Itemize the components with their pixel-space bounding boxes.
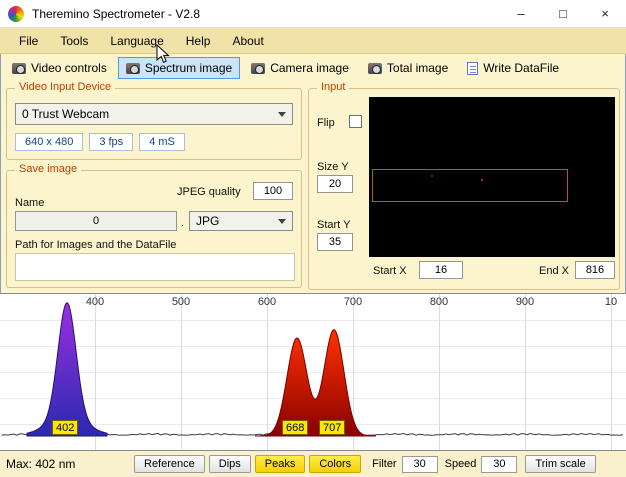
video-device-select[interactable]: 0 Trust Webcam (15, 103, 293, 125)
peak-label: 402 (52, 420, 79, 435)
camera-icon (12, 62, 26, 74)
group-title: Input (317, 81, 350, 93)
camera-icon (251, 62, 266, 74)
peaks-button[interactable]: Peaks (254, 455, 306, 473)
flip-checkbox[interactable] (349, 115, 362, 128)
size-y-label: Size Y (317, 161, 349, 173)
spectrum-chart: 400 500 600 700 800 900 10 402 668 707 (0, 293, 626, 451)
preview-dot (481, 179, 483, 181)
colors-button[interactable]: Colors (309, 455, 362, 473)
window-title: Theremino Spectrometer - V2.8 (32, 6, 201, 21)
menu-file[interactable]: File (8, 30, 49, 52)
menu-help[interactable]: Help (175, 30, 222, 52)
maximize-button[interactable]: □ (542, 0, 584, 28)
tab-video-controls[interactable]: Video controls (4, 57, 115, 79)
jpeg-quality-input[interactable] (253, 182, 293, 200)
axis-tick-label: 800 (429, 296, 449, 308)
dot-separator: . (181, 217, 185, 229)
max-wavelength-readout: Max: 402 nm (6, 457, 76, 471)
jpeg-quality-label: JPEG quality (177, 186, 241, 198)
axis-tick-label: 600 (257, 296, 277, 308)
toolbar: Video controls Spectrum image Camera ima… (4, 56, 567, 80)
filter-input[interactable] (401, 455, 438, 473)
name-label: Name (15, 197, 45, 209)
start-y-label: Start Y (317, 219, 351, 231)
axis-tick-label: 900 (515, 296, 535, 308)
speed-label: Speed (444, 458, 477, 470)
axis-tick-label: 400 (85, 296, 105, 308)
preview-dot (431, 175, 433, 177)
mouse-cursor-icon (156, 44, 170, 63)
datafile-icon (467, 61, 479, 75)
save-image-group: Save image JPEG quality Name . JPG Path … (6, 163, 302, 288)
video-stats-row: 640 x 480 3 fps 4 mS (15, 133, 185, 151)
camera-icon (367, 62, 382, 74)
start-x-input[interactable] (419, 261, 463, 279)
title-bar: Theremino Spectrometer - V2.8 – □ × (0, 0, 626, 28)
trim-scale-button[interactable]: Trim scale (525, 455, 596, 473)
end-x-label: End X (539, 265, 569, 277)
chevron-down-icon (278, 111, 286, 117)
axis-tick-label: 10 (604, 296, 618, 308)
input-group: Input Flip Size Y Start Y Start X End X (308, 81, 620, 290)
peak-label: 668 (282, 420, 309, 435)
size-y-input[interactable] (317, 175, 353, 193)
start-y-input[interactable] (317, 233, 353, 251)
close-button[interactable]: × (584, 0, 626, 28)
start-x-label: Start X (373, 265, 407, 277)
camera-preview[interactable] (369, 97, 615, 257)
menu-bar: File Tools Language Help About (0, 28, 626, 54)
video-input-group: Video Input Device 0 Trust Webcam 640 x … (6, 81, 302, 160)
menu-about[interactable]: About (221, 30, 274, 52)
image-format-select[interactable]: JPG (189, 211, 293, 231)
tab-label: Total image (386, 61, 449, 75)
image-format-value: JPG (196, 214, 220, 228)
tab-camera-image[interactable]: Camera image (243, 57, 357, 79)
tab-total-image[interactable]: Total image (360, 57, 456, 79)
axis-tick-label: 700 (343, 296, 363, 308)
tab-spectrum-image[interactable]: Spectrum image (117, 57, 241, 79)
app-logo-icon (8, 5, 24, 22)
axis-tick-label: 500 (171, 296, 191, 308)
latency-badge: 4 mS (139, 133, 185, 151)
image-name-input[interactable] (15, 211, 177, 231)
resolution-badge: 640 x 480 (15, 133, 84, 151)
camera-icon (125, 62, 140, 74)
flip-label: Flip (317, 117, 335, 129)
app-window: Theremino Spectrometer - V2.8 – □ × File… (0, 0, 626, 477)
tab-label: Camera image (270, 61, 349, 75)
group-title: Video Input Device (15, 81, 116, 93)
peak-label: 707 (319, 420, 346, 435)
chevron-down-icon (278, 218, 286, 224)
menu-tools[interactable]: Tools (49, 30, 99, 52)
minimize-button[interactable]: – (500, 0, 542, 28)
reference-button[interactable]: Reference (134, 455, 205, 473)
end-x-input[interactable] (575, 261, 615, 279)
filter-label: Filter (372, 458, 397, 470)
tab-write-datafile[interactable]: Write DataFile (459, 57, 567, 79)
path-label: Path for Images and the DataFile (15, 239, 177, 251)
dips-button[interactable]: Dips (208, 455, 251, 473)
fps-badge: 3 fps (89, 133, 134, 151)
video-device-value: 0 Trust Webcam (22, 107, 110, 121)
group-title: Save image (15, 163, 82, 175)
speed-input[interactable] (481, 455, 518, 473)
path-input[interactable] (15, 253, 295, 281)
status-bar: Max: 402 nm Reference Dips Peaks Colors … (0, 451, 626, 477)
tab-label: Video controls (31, 61, 107, 75)
spectrum-plot (0, 294, 626, 450)
capture-region-rect[interactable] (372, 169, 568, 202)
tab-label: Write DataFile (483, 61, 560, 75)
